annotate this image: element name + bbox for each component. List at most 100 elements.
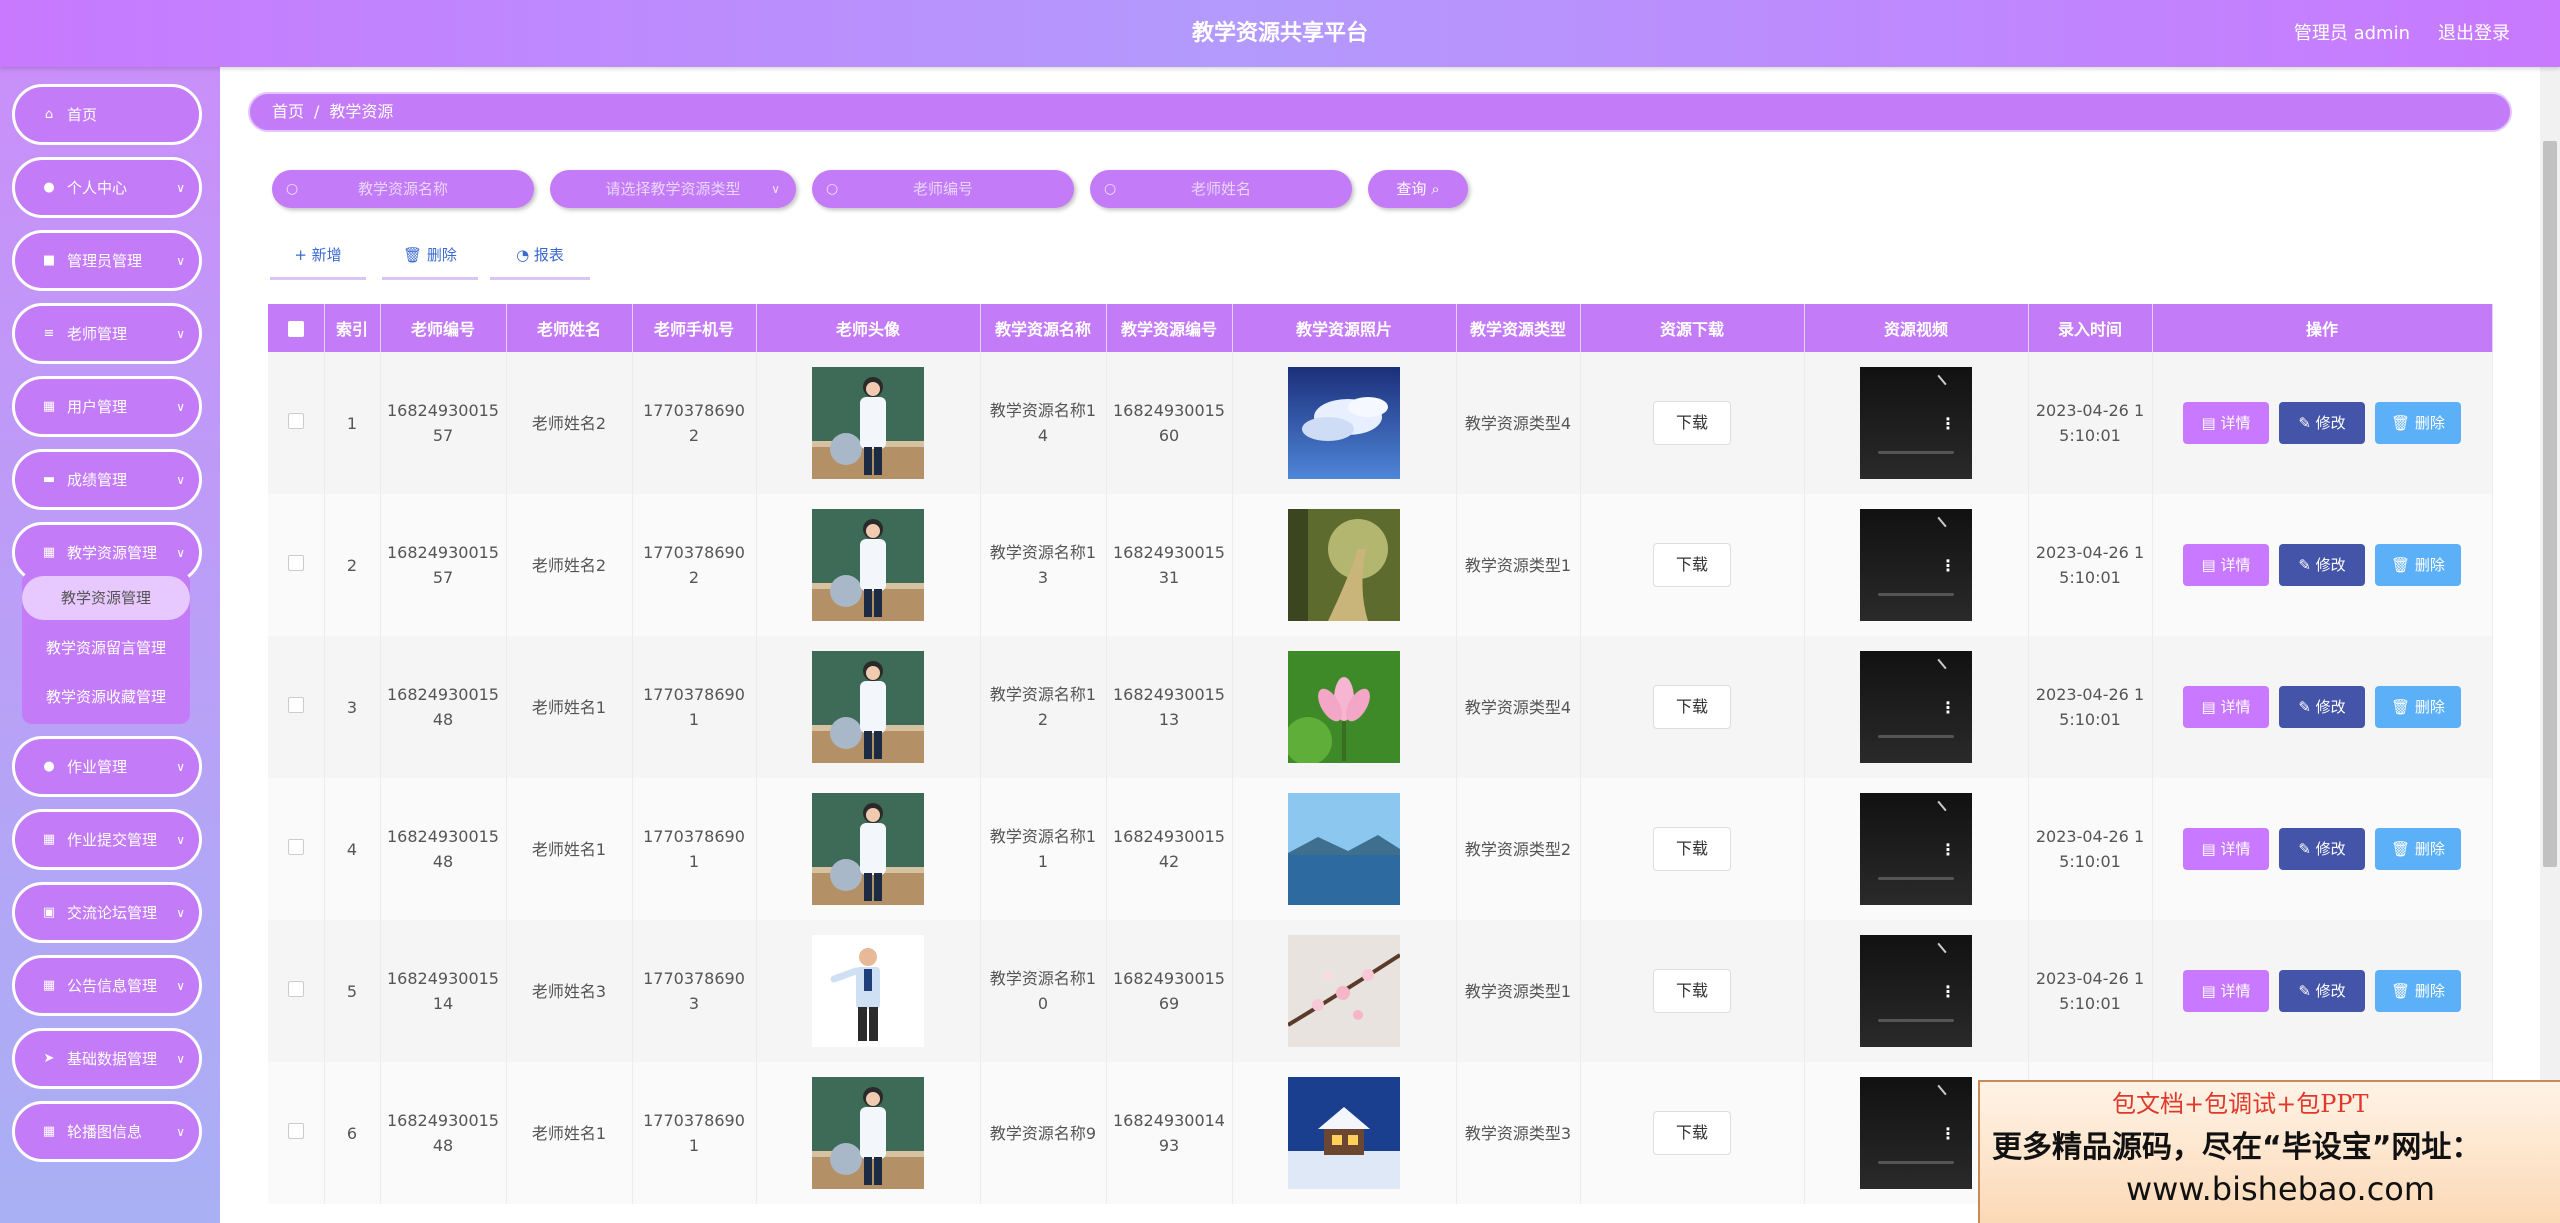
sidebar-item-user-management[interactable]: ▦ 用户管理 ∨ xyxy=(12,376,202,437)
video-player[interactable]: ⋮ xyxy=(1860,935,1972,1047)
teacher-name-search-input[interactable]: ○ 老师姓名 xyxy=(1090,170,1352,208)
chevron-down-icon: ∨ xyxy=(176,1051,185,1066)
video-progress-bar[interactable] xyxy=(1878,451,1954,454)
sidebar-item-teacher-management[interactable]: ≡ 老师管理 ∨ xyxy=(12,303,202,364)
sidebar-item-notice-management[interactable]: ▦ 公告信息管理 ∨ xyxy=(12,955,202,1016)
detail-button[interactable]: ▤ 详情 xyxy=(2183,828,2269,870)
edit-button[interactable]: ✎ 修改 xyxy=(2279,970,2365,1012)
download-button[interactable]: 下载 xyxy=(1653,401,1731,445)
more-options-icon[interactable]: ⋮ xyxy=(1940,553,1956,578)
resource-type-select[interactable]: 请选择教学资源类型 ∨ xyxy=(550,170,796,208)
sidebar-item-home[interactable]: ⌂ 首页 xyxy=(12,84,202,145)
more-options-icon[interactable]: ⋮ xyxy=(1940,695,1956,720)
sidebar-item-personal-center[interactable]: ● 个人中心 ∨ xyxy=(12,157,202,218)
trash-icon: 🗑 xyxy=(2391,414,2415,432)
detail-button[interactable]: ▤ 详情 xyxy=(2183,970,2269,1012)
resource-name-search-input[interactable]: ○ 教学资源名称 xyxy=(272,170,534,208)
video-progress-bar[interactable] xyxy=(1878,593,1954,596)
resource-photo-cell xyxy=(1232,920,1457,1062)
download-button[interactable]: 下载 xyxy=(1653,685,1731,729)
video-player[interactable]: ⋮ xyxy=(1860,1077,1972,1189)
logout-link[interactable]: 退出登录 xyxy=(2438,0,2510,67)
row-checkbox[interactable] xyxy=(287,554,304,571)
video-progress-bar[interactable] xyxy=(1878,1161,1954,1164)
teacher-name-cell: 老师姓名2 xyxy=(506,494,633,636)
column-header: 教学资源名称 xyxy=(980,304,1107,352)
delete-button[interactable]: 🗑 删除 xyxy=(2375,402,2461,444)
download-button[interactable]: 下载 xyxy=(1653,1111,1731,1155)
add-button[interactable]: + 新增 xyxy=(270,238,366,280)
download-button[interactable]: 下载 xyxy=(1653,969,1731,1013)
edit-button[interactable]: ✎ 修改 xyxy=(2279,402,2365,444)
promo-line-3: www.bishebao.com xyxy=(2126,1170,2436,1208)
delete-button[interactable]: 🗑 删除 xyxy=(2375,544,2461,586)
page-scrollbar[interactable] xyxy=(2540,67,2560,1223)
video-progress-bar[interactable] xyxy=(1878,1019,1954,1022)
edit-button[interactable]: ✎ 修改 xyxy=(2279,828,2365,870)
teacher-name-cell: 老师姓名1 xyxy=(506,778,633,920)
sidebar-item-forum-management[interactable]: ▣ 交流论坛管理 ∨ xyxy=(12,882,202,943)
breadcrumb-current: 教学资源 xyxy=(329,102,394,121)
video-progress-bar[interactable] xyxy=(1878,735,1954,738)
video-player[interactable]: ⋮ xyxy=(1860,367,1972,479)
row-checkbox[interactable] xyxy=(287,1122,304,1139)
select-all-header[interactable] xyxy=(268,304,325,352)
submenu-item-resource-comments[interactable]: 教学资源留言管理 xyxy=(22,626,190,670)
sidebar-item-label: 公告信息管理 xyxy=(67,977,158,995)
more-options-icon[interactable]: ⋮ xyxy=(1940,837,1956,862)
resource-download-cell: 下载 xyxy=(1580,352,1805,494)
row-select-cell[interactable] xyxy=(268,636,325,778)
row-select-cell[interactable] xyxy=(268,1062,325,1204)
detail-button[interactable]: ▤ 详情 xyxy=(2183,686,2269,728)
report-button[interactable]: ◔ 报表 xyxy=(490,238,590,280)
sidebar-item-label: 个人中心 xyxy=(67,179,128,197)
video-player[interactable]: ⋮ xyxy=(1860,793,1972,905)
row-select-cell[interactable] xyxy=(268,778,325,920)
loading-spinner-icon xyxy=(1937,516,1947,528)
select-all-checkbox[interactable] xyxy=(287,321,304,337)
submenu-item-resource-favorites[interactable]: 教学资源收藏管理 xyxy=(22,675,190,719)
scrollbar-thumb[interactable] xyxy=(2543,141,2557,867)
download-button[interactable]: 下载 xyxy=(1653,543,1731,587)
teacher-name-cell: 老师姓名1 xyxy=(506,636,633,778)
video-progress-bar[interactable] xyxy=(1878,877,1954,880)
delete-button[interactable]: 🗑 删除 xyxy=(2375,828,2461,870)
sidebar-item-admin-management[interactable]: ■ 管理员管理 ∨ xyxy=(12,230,202,291)
sidebar-item-score-management[interactable]: ▬ 成绩管理 ∨ xyxy=(12,449,202,510)
row-checkbox[interactable] xyxy=(287,412,304,429)
download-button[interactable]: 下载 xyxy=(1653,827,1731,871)
query-button[interactable]: 查询 ⌕ xyxy=(1368,170,1468,208)
row-checkbox[interactable] xyxy=(287,980,304,997)
delete-button[interactable]: 🗑 删除 xyxy=(2375,686,2461,728)
row-select-cell[interactable] xyxy=(268,920,325,1062)
teacher-no-search-input[interactable]: ○ 老师编号 xyxy=(812,170,1074,208)
sidebar-item-carousel-info[interactable]: ▦ 轮播图信息 ∨ xyxy=(12,1101,202,1162)
breadcrumb-home[interactable]: 首页 xyxy=(272,102,304,121)
edit-button[interactable]: ✎ 修改 xyxy=(2279,686,2365,728)
row-checkbox[interactable] xyxy=(287,696,304,713)
trash-icon: 🗑 xyxy=(2391,698,2415,716)
more-options-icon[interactable]: ⋮ xyxy=(1940,979,1956,1004)
document-icon: ▤ xyxy=(2201,982,2221,1000)
delete-button[interactable]: 🗑 删除 xyxy=(2375,970,2461,1012)
batch-delete-button[interactable]: 🗑 删除 xyxy=(382,238,478,280)
more-options-icon[interactable]: ⋮ xyxy=(1940,411,1956,436)
row-select-cell[interactable] xyxy=(268,494,325,636)
submenu-item-resource[interactable]: 教学资源管理 xyxy=(22,576,190,620)
table-row: 5 1682493001514 老师姓名3 17703786903 教学资源名称10 16… xyxy=(268,920,2493,1062)
table-row: 3 1682493001548 老师姓名1 17703786901 教学资源名称12 16… xyxy=(268,636,2493,778)
monitor-icon: ▬ xyxy=(42,472,56,487)
row-checkbox[interactable] xyxy=(287,838,304,855)
sidebar-item-base-data-management[interactable]: ➤ 基础数据管理 ∨ xyxy=(12,1028,202,1089)
row-select-cell[interactable] xyxy=(268,352,325,494)
video-player[interactable]: ⋮ xyxy=(1860,651,1972,763)
resource-no-cell: 1682493001560 xyxy=(1106,352,1233,494)
video-player[interactable]: ⋮ xyxy=(1860,509,1972,621)
sidebar-item-submission-management[interactable]: ▦ 作业提交管理 ∨ xyxy=(12,809,202,870)
sidebar-item-homework-management[interactable]: ● 作业管理 ∨ xyxy=(12,736,202,797)
detail-button[interactable]: ▤ 详情 xyxy=(2183,402,2269,444)
detail-button[interactable]: ▤ 详情 xyxy=(2183,544,2269,586)
more-options-icon[interactable]: ⋮ xyxy=(1940,1121,1956,1146)
edit-button[interactable]: ✎ 修改 xyxy=(2279,544,2365,586)
chevron-down-icon: ∨ xyxy=(176,253,185,268)
